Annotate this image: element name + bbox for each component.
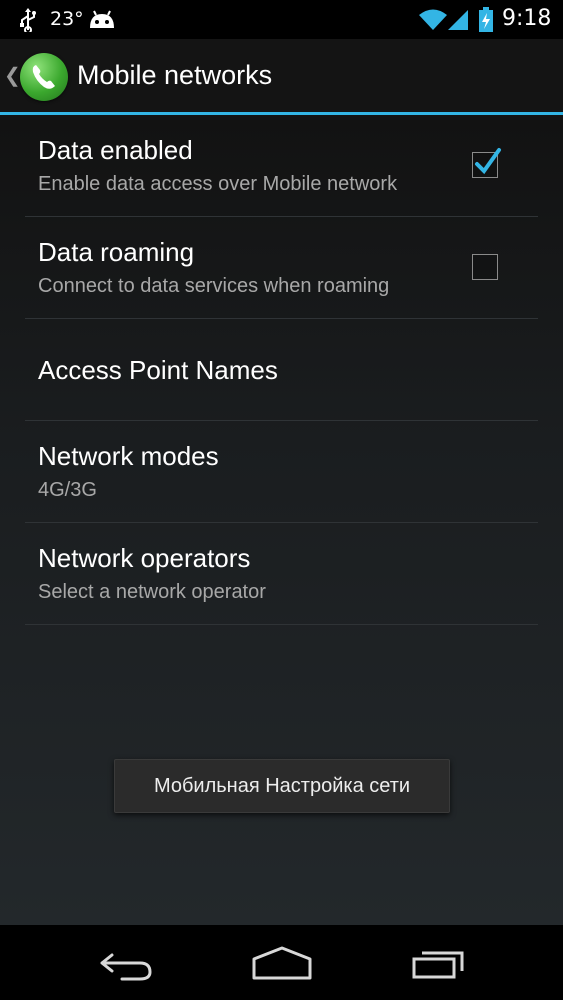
wifi-icon bbox=[418, 8, 448, 37]
recent-apps-icon[interactable] bbox=[410, 945, 468, 981]
data-enabled-checkbox[interactable] bbox=[472, 148, 501, 178]
pref-title: Data roaming bbox=[38, 237, 195, 267]
clock-text: 9:18 bbox=[502, 6, 552, 31]
pref-access-point-names[interactable]: Access Point Names bbox=[25, 319, 538, 421]
pref-data-roaming[interactable]: Data roaming Connect to data services wh… bbox=[25, 217, 538, 319]
preference-list: Data enabled Enable data access over Mob… bbox=[25, 115, 538, 625]
pref-summary: Select a network operator bbox=[38, 581, 266, 603]
check-icon bbox=[475, 148, 501, 175]
temperature-text: 23° bbox=[50, 8, 84, 30]
pref-data-enabled[interactable]: Data enabled Enable data access over Mob… bbox=[25, 115, 538, 217]
pref-summary: 4G/3G bbox=[38, 479, 97, 501]
status-bar: 23° 9:18 bbox=[0, 0, 563, 39]
pref-title: Data enabled bbox=[38, 135, 193, 165]
android-icon bbox=[88, 8, 116, 35]
usb-icon bbox=[18, 8, 38, 37]
pref-title: Access Point Names bbox=[38, 355, 278, 385]
pref-title: Network modes bbox=[38, 441, 219, 471]
pref-title: Network operators bbox=[38, 543, 251, 573]
action-bar: ❮ Mobile networks bbox=[0, 39, 563, 115]
pref-summary: Enable data access over Mobile network bbox=[38, 173, 398, 195]
data-roaming-checkbox[interactable] bbox=[472, 254, 498, 280]
pref-network-operators[interactable]: Network operators Select a network opera… bbox=[25, 523, 538, 625]
navigation-bar bbox=[0, 925, 563, 1000]
page-title: Mobile networks bbox=[77, 60, 273, 90]
battery-charging-icon bbox=[478, 7, 494, 38]
pref-network-modes[interactable]: Network modes 4G/3G bbox=[25, 421, 538, 523]
home-icon[interactable] bbox=[251, 945, 313, 981]
phone-icon[interactable] bbox=[20, 53, 68, 101]
signal-icon bbox=[446, 8, 470, 37]
toast-text: Мобильная Настройка сети bbox=[153, 775, 411, 797]
toast-message: Мобильная Настройка сети bbox=[114, 759, 450, 813]
up-navigation-icon[interactable]: ❮ bbox=[4, 63, 21, 88]
pref-summary: Connect to data services when roaming bbox=[38, 275, 390, 297]
back-icon[interactable] bbox=[96, 945, 156, 981]
